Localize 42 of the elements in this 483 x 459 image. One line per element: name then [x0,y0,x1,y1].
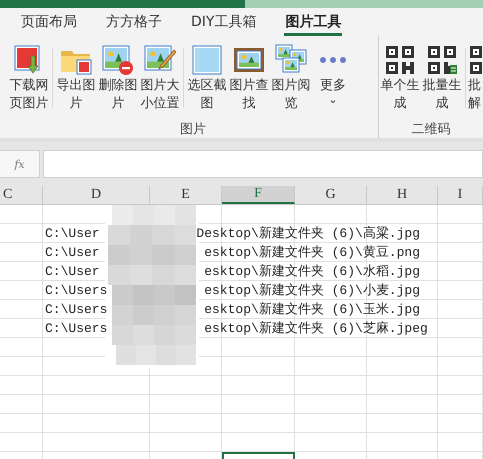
cell-text: esktop\新建文件夹 (6)\黄豆.png [204,244,420,261]
group-label: 二维码 [412,122,450,137]
ribbon-button[interactable]: 图片大小位置 [139,42,181,113]
group-label: 图片 [180,122,206,137]
ribbon-button[interactable]: 导出图片 [55,42,97,113]
blank-frame-icon [191,44,223,76]
formula-input[interactable] [43,150,483,178]
insert-function-button[interactable]: fx [0,150,40,178]
column-header[interactable]: C [0,186,43,204]
column-header[interactable]: H [367,186,438,204]
cell-text: C:\Users [45,301,108,318]
ribbon-tab[interactable]: 页面布局 [20,8,78,36]
ribbon-tab[interactable]: 方方格子 [105,8,163,36]
cell-text: esktop\新建文件夹 (6)\小麦.jpg [204,282,420,299]
qr-code-icon [384,44,416,76]
cell-text: C:\User [45,244,100,261]
more-dots-icon [320,56,346,62]
cell-text: esktop\新建文件夹 (6)\水稻.jpg [204,263,420,280]
ribbon-button[interactable]: 单个生成 [379,42,421,113]
cell-text: C:\Users [45,320,108,337]
column-header[interactable]: D [43,186,150,204]
qr-code-list-icon [426,44,458,76]
ribbon-button[interactable]: 下载网页图片 [8,42,50,113]
cell-text: Desktop\新建文件夹 (6)\高粱.jpg [196,225,420,242]
ribbon-button[interactable]: 删除图片 [97,42,139,113]
image-delete-icon [102,44,134,76]
ribbon-button[interactable]: 批解 [468,42,483,113]
ribbon-tab[interactable]: DIY工具箱 [190,8,258,36]
column-header[interactable]: F [222,186,295,204]
column-header[interactable]: I [438,186,483,204]
ribbon-button[interactable]: 更多 ⌄ [312,42,354,105]
ribbon-button[interactable]: 图片查找 [228,42,270,113]
cell-text: C:\Users [45,282,108,299]
cell-text: esktop\新建文件夹 (6)\芝麻.jpeg [204,320,428,337]
image-stack-icon [275,44,307,76]
ribbon-button[interactable]: 图片阅览 [270,42,312,113]
ribbon-button[interactable]: 选区截图 [186,42,228,113]
cell-text: esktop\新建文件夹 (6)\玉米.jpg [204,301,420,318]
cell-text: C:\User [45,263,100,280]
cell-text: C:\User [45,225,100,242]
column-header[interactable]: G [295,186,367,204]
ribbon-button[interactable]: 批量生成 [421,42,463,113]
